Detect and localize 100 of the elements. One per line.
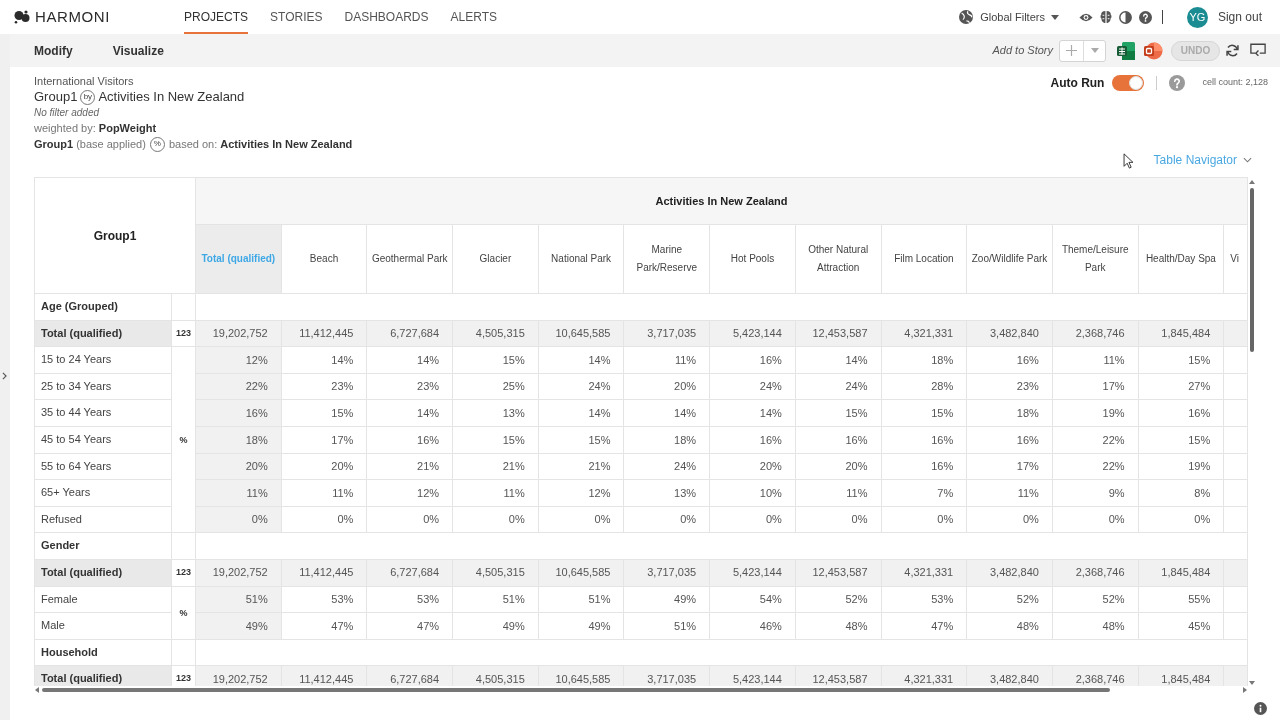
table-cell: 10,645,585 [538,559,624,587]
caret-icon [1090,48,1099,53]
table-cell: 16% [881,426,967,454]
nav-tab[interactable]: DASHBOARDS [344,0,429,34]
table-cell: 15% [1138,426,1224,454]
column-header: Total (qualified) [195,224,282,294]
column-header: Zoo/Wildlife Park [966,224,1053,294]
help-icon[interactable] [1138,10,1152,24]
refresh-icon[interactable] [1225,43,1240,58]
vertical-scrollbar-thumb[interactable] [1250,188,1254,352]
table-cell: 16% [366,426,453,454]
scroll-left-arrow-icon[interactable] [35,687,39,693]
table-cell: 18% [881,346,967,374]
scroll-up-arrow-icon[interactable] [1249,180,1255,184]
table-cell: 15% [538,426,624,454]
table-cell: 15% [281,399,367,427]
table-cell: 18% [195,426,282,454]
horizontal-scrollbar-thumb[interactable] [42,688,1110,692]
sign-out-link[interactable]: Sign out [1217,8,1262,26]
presentation-icon[interactable] [1143,40,1163,61]
table-cell: 28% [881,373,967,400]
cursor-icon [1123,153,1134,169]
column-header: Beach [281,224,367,294]
table-cell: 0% [966,506,1053,533]
table-cell: 3,482,840 [966,559,1053,587]
toolbar-menu-item[interactable]: Modify [34,41,73,60]
eye-icon[interactable] [1078,11,1093,23]
table-cell: 51% [195,586,282,613]
toolbar-menu-item[interactable]: Visualize [112,41,164,60]
table-cell: 52% [795,586,881,613]
table-cell: 11% [281,479,367,507]
auto-run-toggle[interactable] [1112,75,1145,91]
scroll-right-arrow-icon[interactable] [1243,687,1247,693]
chevron-right-icon[interactable] [2,372,7,380]
table-cell: 6,727,684 [366,559,453,587]
column-header: National Park [538,224,624,294]
contrast-icon[interactable] [1118,10,1132,24]
column-header: Marine Park/Reserve [623,224,710,294]
nav-tab[interactable]: STORIES [270,0,323,34]
brain-icon[interactable] [1099,10,1112,24]
table-cell: 20% [195,453,282,480]
table-cell: 24% [709,373,796,400]
table-cell: 20% [281,453,367,480]
table-cell: 51% [538,586,624,613]
table-cell: 22% [1052,453,1139,480]
auto-run-label: Auto Run [1050,75,1105,92]
table-cell: 12,453,587 [795,320,881,347]
chevron-down-icon [1243,157,1252,163]
table-cell: 15% [452,346,539,374]
row-label: 35 to 44 Years [34,399,172,427]
table-cell: 14% [538,346,624,374]
table-cell: 24% [795,373,881,400]
spreadsheet-icon[interactable] [1116,40,1136,61]
table-cell: 3,482,840 [966,320,1053,347]
table-cell: 13% [452,399,539,427]
table-cell: 5,423,144 [709,559,796,587]
add-to-story-label: Add to Story [992,43,1053,59]
row-group-title: Gender [34,532,172,560]
table-cell: 19,202,752 [195,559,282,587]
table-cell: 16% [709,346,796,374]
cell-count: cell count: 2,128 [1202,76,1268,90]
table-cell: 13% [623,479,710,507]
table-cell: 0% [881,506,967,533]
row-label: 15 to 24 Years [34,346,172,374]
table-cell: 19% [1052,399,1139,427]
table-cell: 11,412,445 [281,559,367,587]
table-cell: 53% [881,586,967,613]
table-cell: 49% [452,612,539,640]
table-cell: 16% [1138,399,1224,427]
bubbles-logo-icon [14,10,31,24]
present-icon[interactable] [1250,43,1266,58]
global-filters-dropdown[interactable]: Global Filters [980,8,1059,26]
table-cell: 21% [366,453,453,480]
table-rows-name: Group1 [34,88,78,107]
table-cell: 11% [623,346,710,374]
column-group-header: Activities In New Zealand [195,177,1248,225]
table-cell: 47% [881,612,967,640]
table-cell: 48% [966,612,1053,640]
scroll-down-arrow-icon[interactable] [1249,681,1255,685]
user-avatar[interactable]: YG [1186,6,1208,28]
row-group-title: Household [34,639,172,666]
table-cell: 16% [881,453,967,480]
table-cell: 0% [1052,506,1139,533]
table-cell: 18% [623,426,710,454]
table-cell: 5,423,144 [709,320,796,347]
info-icon[interactable] [1254,702,1267,715]
table-cell: 18% [966,399,1053,427]
table-cell: 24% [538,373,624,400]
row-label: 25 to 34 Years [34,373,172,400]
table-cell: 10,645,585 [538,320,624,347]
table-cell: 14% [366,346,453,374]
table-cell: 52% [966,586,1053,613]
table-cell: 19% [1138,453,1224,480]
table-cell: 53% [366,586,453,613]
table-cell: 7% [881,479,967,507]
nav-tab[interactable]: ALERTS [450,0,497,34]
table-cell: 1,845,484 [1138,559,1224,587]
base-source-note: based on: Activities In New Zealand [168,136,353,152]
table-cell: 49% [538,612,624,640]
table-cell: 55% [1138,586,1224,613]
